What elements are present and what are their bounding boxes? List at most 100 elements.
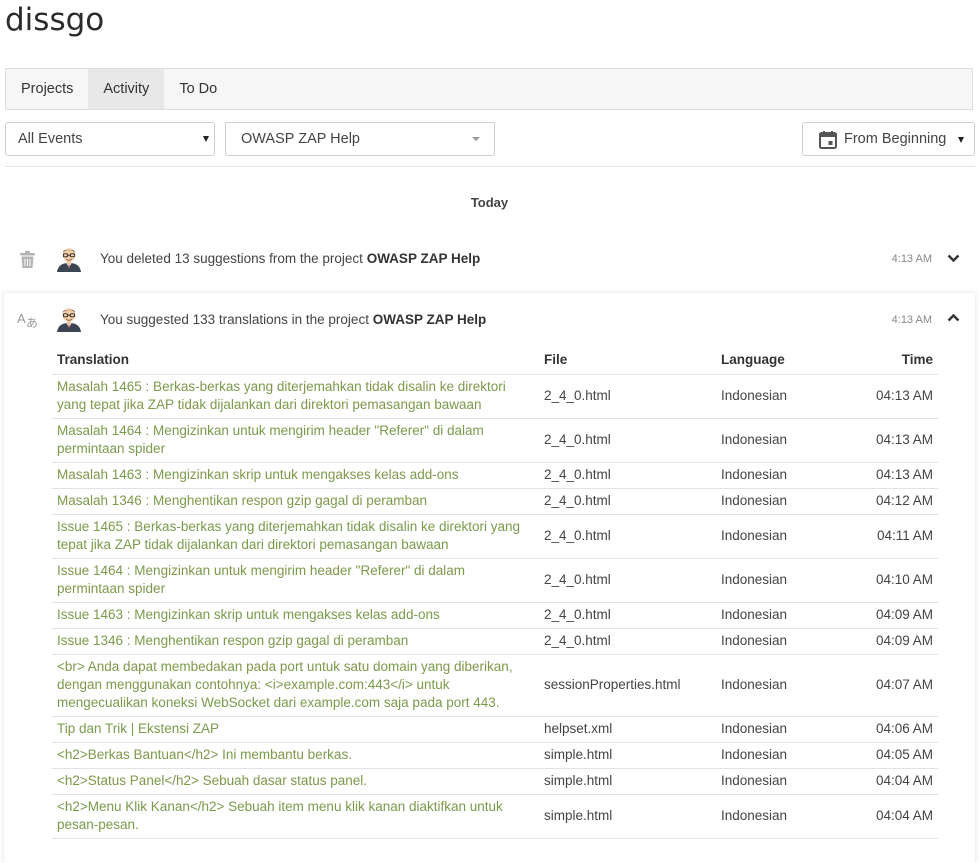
project-filter-select[interactable]: OWASP ZAP Help bbox=[225, 122, 495, 156]
time-cell: 04:10 AM bbox=[846, 558, 938, 603]
file-cell: 2_4_0.html bbox=[539, 628, 716, 655]
table-row: <h2>Menu Klik Kanan</h2> Sebuah item men… bbox=[52, 794, 938, 839]
language-cell: Indonesian bbox=[716, 768, 846, 795]
translation-link[interactable]: Masalah 1463 : Mengizinkan skrip untuk m… bbox=[52, 462, 539, 489]
time-cell: 04:13 AM bbox=[846, 374, 938, 419]
trash-icon bbox=[20, 251, 35, 268]
table-header-row: Translation File Language Time bbox=[52, 344, 938, 375]
table-row: Masalah 1346 : Menghentikan respon gzip … bbox=[52, 488, 938, 515]
file-cell: 2_4_0.html bbox=[539, 514, 716, 559]
table-row: Issue 1465 : Berkas-berkas yang diterjem… bbox=[52, 514, 938, 559]
time-cell: 04:06 AM bbox=[846, 716, 938, 743]
tab-todo[interactable]: To Do bbox=[164, 69, 232, 109]
project-link[interactable]: OWASP ZAP Help bbox=[367, 251, 481, 266]
dropdown-caret-icon bbox=[203, 136, 209, 142]
language-cell: Indonesian bbox=[716, 628, 846, 655]
avatar bbox=[57, 308, 81, 332]
table-row: Masalah 1464 : Mengizinkan untuk mengiri… bbox=[52, 418, 938, 463]
table-row: Issue 1464 : Mengizinkan untuk mengirim … bbox=[52, 558, 938, 603]
file-cell: 2_4_0.html bbox=[539, 418, 716, 463]
svg-text:A: A bbox=[17, 311, 26, 326]
time-cell: 04:12 AM bbox=[846, 488, 938, 515]
calendar-icon bbox=[819, 131, 837, 149]
time-cell: 04:07 AM bbox=[846, 654, 938, 717]
translations-table: Translation File Language Time Masalah 1… bbox=[52, 344, 938, 839]
file-cell: simple.html bbox=[539, 768, 716, 795]
event-description: You suggested 133 translations in the pr… bbox=[100, 312, 487, 327]
event-description: You deleted 13 suggestions from the proj… bbox=[100, 251, 481, 266]
language-cell: Indonesian bbox=[716, 374, 846, 419]
language-cell: Indonesian bbox=[716, 654, 846, 717]
language-cell: Indonesian bbox=[716, 716, 846, 743]
table-row: Issue 1463 : Mengizinkan skrip untuk men… bbox=[52, 602, 938, 629]
page-title: dissgo bbox=[5, 2, 105, 38]
file-cell: sessionProperties.html bbox=[539, 654, 716, 717]
date-range-label: From Beginning bbox=[844, 131, 947, 147]
time-cell: 04:13 AM bbox=[846, 462, 938, 489]
table-row: Issue 1346 : Menghentikan respon gzip ga… bbox=[52, 628, 938, 655]
translation-link[interactable]: Masalah 1464 : Mengizinkan untuk mengiri… bbox=[52, 418, 539, 463]
column-header-language: Language bbox=[716, 344, 846, 375]
tab-projects[interactable]: Projects bbox=[6, 69, 88, 109]
nav-tabs: Projects Activity To Do bbox=[5, 68, 973, 110]
column-header-file: File bbox=[539, 344, 716, 375]
chevron-up-icon[interactable] bbox=[947, 313, 960, 322]
dropdown-caret-icon bbox=[958, 137, 964, 143]
language-cell: Indonesian bbox=[716, 418, 846, 463]
svg-text:あ: あ bbox=[26, 316, 38, 328]
file-cell: 2_4_0.html bbox=[539, 488, 716, 515]
time-cell: 04:09 AM bbox=[846, 628, 938, 655]
file-cell: helpset.xml bbox=[539, 716, 716, 743]
file-cell: 2_4_0.html bbox=[539, 462, 716, 489]
file-cell: simple.html bbox=[539, 742, 716, 769]
table-row: Masalah 1463 : Mengizinkan skrip untuk m… bbox=[52, 462, 938, 489]
tab-activity[interactable]: Activity bbox=[88, 69, 165, 109]
translation-link[interactable]: Issue 1465 : Berkas-berkas yang diterjem… bbox=[52, 514, 539, 559]
time-cell: 04:13 AM bbox=[846, 418, 938, 463]
avatar bbox=[57, 248, 81, 272]
file-cell: 2_4_0.html bbox=[539, 374, 716, 419]
event-time: 4:13 AM bbox=[891, 314, 932, 326]
language-cell: Indonesian bbox=[716, 742, 846, 769]
table-row: <h2>Status Panel</h2> Sebuah dasar statu… bbox=[52, 768, 938, 795]
dropdown-arrow-icon bbox=[472, 137, 480, 141]
translation-link[interactable]: Issue 1463 : Mengizinkan skrip untuk men… bbox=[52, 602, 539, 629]
event-filter-select[interactable]: All Events bbox=[5, 122, 215, 156]
translation-link[interactable]: <h2>Menu Klik Kanan</h2> Sebuah item men… bbox=[52, 794, 539, 839]
day-heading: Today bbox=[470, 195, 509, 210]
event-filter-value: All Events bbox=[18, 131, 83, 147]
time-cell: 04:04 AM bbox=[846, 794, 938, 839]
translation-link[interactable]: <h2>Status Panel</h2> Sebuah dasar statu… bbox=[52, 768, 539, 795]
chevron-down-icon[interactable] bbox=[947, 254, 960, 263]
file-cell: simple.html bbox=[539, 794, 716, 839]
table-row: Tip dan Trik | Ekstensi ZAP helpset.xml … bbox=[52, 716, 938, 743]
time-cell: 04:05 AM bbox=[846, 742, 938, 769]
language-cell: Indonesian bbox=[716, 462, 846, 489]
activity-event-suggested: A あ You suggested 133 translations in th… bbox=[0, 300, 979, 340]
time-cell: 04:09 AM bbox=[846, 602, 938, 629]
project-link[interactable]: OWASP ZAP Help bbox=[373, 312, 487, 327]
event-time: 4:13 AM bbox=[891, 253, 932, 265]
date-range-button[interactable]: From Beginning bbox=[802, 122, 975, 156]
project-filter-value: OWASP ZAP Help bbox=[241, 131, 360, 147]
translation-link[interactable]: <h2>Berkas Bantuan</h2> Ini membantu ber… bbox=[52, 742, 539, 769]
divider bbox=[5, 166, 975, 167]
time-cell: 04:04 AM bbox=[846, 768, 938, 795]
translation-link[interactable]: Masalah 1346 : Menghentikan respon gzip … bbox=[52, 488, 539, 515]
table-row: <br> Anda dapat membedakan pada port unt… bbox=[52, 654, 938, 717]
column-header-time: Time bbox=[846, 344, 938, 375]
translation-link[interactable]: Issue 1464 : Mengizinkan untuk mengirim … bbox=[52, 558, 539, 603]
file-cell: 2_4_0.html bbox=[539, 558, 716, 603]
language-cell: Indonesian bbox=[716, 602, 846, 629]
language-cell: Indonesian bbox=[716, 514, 846, 559]
translation-link[interactable]: Issue 1346 : Menghentikan respon gzip ga… bbox=[52, 628, 539, 655]
translation-link[interactable]: <br> Anda dapat membedakan pada port unt… bbox=[52, 654, 539, 717]
table-row: <h2>Berkas Bantuan</h2> Ini membantu ber… bbox=[52, 742, 938, 769]
language-cell: Indonesian bbox=[716, 488, 846, 515]
translation-link[interactable]: Masalah 1465 : Berkas-berkas yang diterj… bbox=[52, 374, 539, 419]
activity-event-deleted: You deleted 13 suggestions from the proj… bbox=[0, 240, 979, 280]
translation-link[interactable]: Tip dan Trik | Ekstensi ZAP bbox=[52, 716, 539, 743]
language-cell: Indonesian bbox=[716, 794, 846, 839]
table-row: Masalah 1465 : Berkas-berkas yang diterj… bbox=[52, 374, 938, 419]
column-header-translation: Translation bbox=[52, 344, 539, 375]
